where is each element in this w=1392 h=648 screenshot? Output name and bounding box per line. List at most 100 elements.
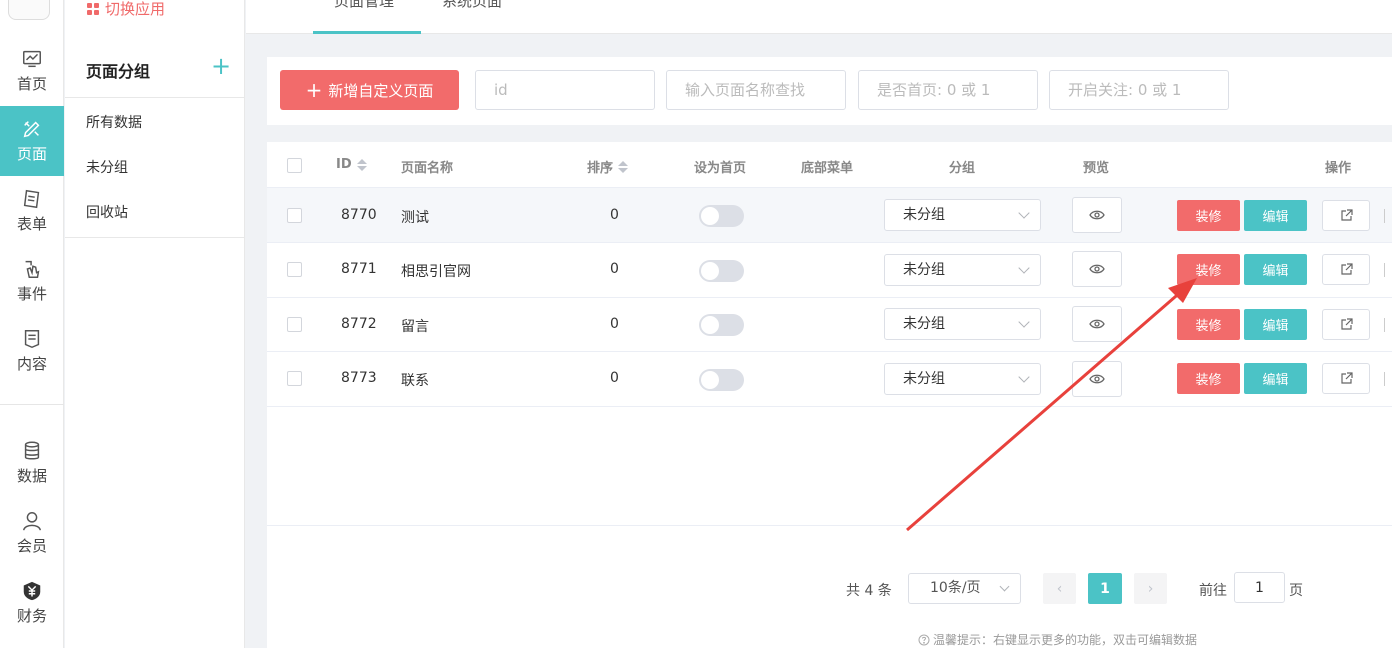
page-number-current[interactable]: 1 [1088,573,1122,604]
row-page-name: 测试 [401,210,429,226]
group-select-value: 未分组 [903,262,945,278]
nav-item-form[interactable]: 表单 [0,176,64,246]
row-id: 8773 [341,370,377,386]
database-icon [24,441,40,460]
preview-button[interactable] [1072,306,1122,342]
select-all-checkbox[interactable] [287,158,302,173]
header-preview: 预览 [1083,161,1110,176]
nav-label-member: 会员 [16,537,47,555]
preview-button[interactable] [1072,361,1122,397]
tip-text: 温馨提示：右键显示更多的功能，双击可编辑数据 [918,631,1197,648]
group-select[interactable]: 未分组 [884,254,1041,286]
chevron-right-icon: › [1147,580,1154,597]
goto-page-input[interactable] [1234,572,1285,603]
sort-icon[interactable] [356,158,367,171]
table-row[interactable]: 8772 留言 0 未分组 装修 编辑 [267,297,1392,352]
row-checkbox[interactable] [287,208,302,223]
header-actions: 操作 [1325,161,1352,176]
nav-item-home[interactable]: 首页 [0,36,64,106]
open-link-button[interactable] [1322,363,1370,394]
group-select[interactable]: 未分组 [884,308,1041,340]
preview-button[interactable] [1072,251,1122,287]
header-group: 分组 [949,161,976,176]
group-title: 页面分组 [86,62,151,81]
group-select-value: 未分组 [903,316,945,332]
header-sort[interactable]: 排序 [587,157,629,176]
nav-label-home: 首页 [16,75,47,93]
dashboard-icon [23,50,41,68]
follow-filter-input[interactable] [1049,70,1229,110]
next-page-button[interactable]: › [1134,573,1167,604]
row-checkbox[interactable] [287,371,302,386]
nav-item-finance[interactable]: 财务 [0,568,64,638]
add-group-icon[interactable]: + [211,54,231,78]
edit-button[interactable]: 编辑 [1244,254,1307,285]
set-home-toggle[interactable] [699,260,744,282]
table-row[interactable]: 8771 相思引官网 0 未分组 装修 编辑 [267,243,1392,298]
group-panel: 切换应用 页面分组 + 所有数据 未分组 回收站 [65,0,245,648]
tab-page-management[interactable]: 页面管理 [334,0,394,11]
edit-button[interactable]: 编辑 [1244,309,1307,340]
edit-button[interactable]: 编辑 [1244,363,1307,394]
chevron-down-icon [999,581,1010,592]
tab-system-pages[interactable]: 系统页面 [442,0,502,11]
group-item-all[interactable]: 所有数据 [86,112,142,132]
switch-app-link[interactable]: 切换应用 [87,0,165,19]
decorate-button[interactable]: 装修 [1177,200,1240,231]
pages-table: ID 页面名称 排序 设为首页 底部菜单 分组 预览 操作 8770 测试 0 … [267,142,1392,648]
app-logo[interactable] [8,0,50,20]
group-item-recycle-bin[interactable]: 回收站 [86,202,128,222]
page-name-search-input[interactable] [666,70,846,110]
nav-item-page[interactable]: 页面 [0,106,64,176]
add-custom-page-button[interactable]: + 新增自定义页面 [280,70,459,110]
sort-icon[interactable] [618,160,629,173]
decorate-button[interactable]: 装修 [1177,309,1240,340]
row-checkbox[interactable] [287,317,302,332]
group-item-ungrouped[interactable]: 未分组 [86,157,128,177]
prev-page-button[interactable]: ‹ [1043,573,1076,604]
open-link-button[interactable] [1322,254,1370,285]
chevron-down-icon [1018,316,1030,328]
chevron-down-icon [1018,371,1030,383]
id-search-input[interactable] [475,70,655,110]
group-header: 页面分组 + [65,40,245,98]
group-select-value: 未分组 [903,371,945,387]
nav-item-data[interactable]: 数据 [0,428,64,498]
row-page-name: 联系 [401,373,429,389]
nav-item-content[interactable]: 内容 [0,316,64,386]
plus-icon: + [305,78,323,102]
table-row[interactable]: 8770 测试 0 未分组 装修 编辑 [267,188,1392,243]
external-link-icon [1340,318,1353,330]
chevron-left-icon: ‹ [1056,580,1063,597]
is-home-filter-input[interactable] [858,70,1038,110]
table-row[interactable]: 8773 联系 0 未分组 装修 编辑 [267,352,1392,407]
set-home-toggle[interactable] [699,205,744,227]
nav-label-form: 表单 [16,215,47,233]
set-home-toggle[interactable] [699,369,744,391]
decorate-button[interactable]: 装修 [1177,254,1240,285]
add-custom-page-label: 新增自定义页面 [328,81,434,100]
nav-item-member[interactable]: 会员 [0,498,64,568]
row-checkbox[interactable] [287,262,302,277]
header-sort-label: 排序 [587,161,614,176]
page-design-icon [23,121,40,138]
set-home-toggle[interactable] [699,314,744,336]
open-link-button[interactable] [1322,200,1370,231]
nav-item-event[interactable]: 事件 [0,246,64,316]
member-icon [23,512,41,531]
nav-label-page: 页面 [16,145,47,163]
open-link-button[interactable] [1322,309,1370,340]
event-icon [25,260,40,278]
page-size-select[interactable]: 10条/页 [908,573,1021,604]
form-icon [23,189,40,209]
row-divider [1384,318,1385,332]
preview-button[interactable] [1072,197,1122,233]
page-unit-label: 页 [1289,583,1303,599]
group-select[interactable]: 未分组 [884,363,1041,395]
eye-icon [1089,210,1105,220]
decorate-button[interactable]: 装修 [1177,363,1240,394]
top-tabs: 页面管理 系统页面 [246,0,1392,34]
header-id[interactable]: ID [336,157,367,172]
edit-button[interactable]: 编辑 [1244,200,1307,231]
group-select[interactable]: 未分组 [884,199,1041,231]
